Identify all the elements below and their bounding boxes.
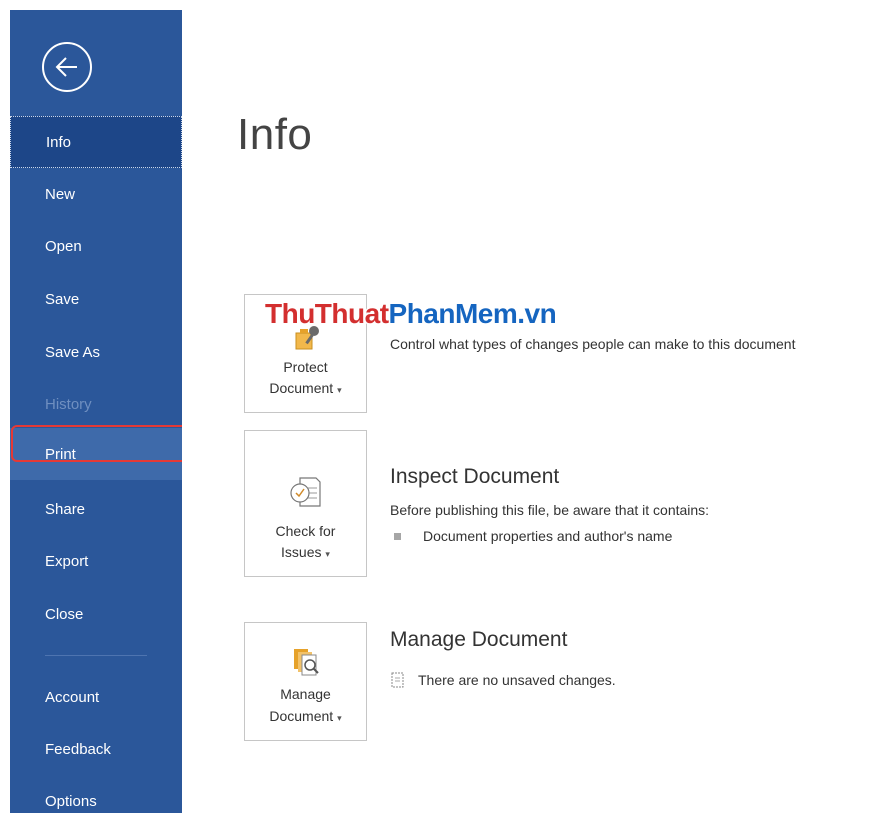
- nav-open-label: Open: [45, 237, 82, 255]
- back-arrow-icon: [55, 57, 77, 77]
- inspect-document-bullet-text: Document properties and author's name: [423, 528, 673, 544]
- nav-feedback-label: Feedback: [45, 740, 111, 758]
- inspect-document-title: Inspect Document: [390, 465, 560, 488]
- nav-close[interactable]: Close: [10, 588, 182, 640]
- inspect-document-bullet: Document properties and author's name: [390, 528, 672, 544]
- nav-history: History: [10, 378, 182, 430]
- info-pane: Info Protect Document ▾ Control what typ…: [182, 10, 870, 813]
- manage-document-label-2-text: Document: [269, 708, 334, 724]
- manage-document-description: There are no unsaved changes.: [418, 672, 616, 688]
- inspect-document-description: Before publishing this file, be aware th…: [390, 502, 710, 518]
- nav-export[interactable]: Export: [10, 535, 182, 587]
- nav-print[interactable]: Print: [10, 428, 182, 480]
- manage-document-icon: [294, 649, 319, 676]
- nav-history-label: History: [45, 395, 92, 413]
- check-for-issues-label-2: Issues ▾: [245, 543, 366, 564]
- backstage-sidebar: Info New Open Save Save As History Print…: [10, 10, 182, 813]
- nav-export-label: Export: [45, 552, 89, 570]
- nav-save-as-label: Save As: [45, 343, 101, 361]
- nav-print-label: Print: [45, 445, 76, 463]
- nav-share[interactable]: Share: [10, 483, 182, 535]
- nav-info[interactable]: Info: [10, 116, 182, 168]
- dropdown-caret-icon: ▾: [337, 713, 342, 723]
- page-title: Info: [237, 110, 313, 159]
- manage-document-title: Manage Document: [390, 628, 568, 651]
- protect-document-label-2-text: Document: [269, 380, 334, 396]
- sidebar-divider: [45, 655, 147, 656]
- inspect-document-icon: [290, 477, 321, 507]
- nav-account[interactable]: Account: [10, 671, 182, 723]
- nav-open[interactable]: Open: [10, 220, 182, 272]
- nav-new-label: New: [45, 185, 76, 203]
- manage-document-status: There are no unsaved changes.: [390, 672, 616, 688]
- check-for-issues-label-2-text: Issues: [281, 544, 322, 560]
- watermark-part-2: PhanMem: [388, 298, 518, 329]
- nav-share-label: Share: [45, 500, 86, 518]
- nav-account-label: Account: [45, 688, 100, 706]
- check-for-issues-button[interactable]: Check for Issues ▾: [244, 430, 367, 577]
- nav-options[interactable]: Options: [10, 775, 182, 827]
- check-for-issues-label-1: Check for: [275, 523, 336, 539]
- protect-document-description: Control what types of changes people can…: [390, 336, 796, 352]
- nav-info-label: Info: [46, 133, 72, 151]
- watermark-part-1: ThuThuat: [265, 298, 389, 329]
- back-button[interactable]: [42, 42, 92, 92]
- manage-document-label-1: Manage: [280, 686, 331, 702]
- nav-save[interactable]: Save: [10, 273, 182, 325]
- manage-document-button[interactable]: Manage Document ▾: [244, 622, 367, 741]
- nav-feedback[interactable]: Feedback: [10, 723, 182, 775]
- nav-save-label: Save: [45, 290, 80, 308]
- top-strip: [0, 0, 870, 10]
- nav-save-as[interactable]: Save As: [10, 326, 182, 378]
- protect-document-label-2: Document ▾: [245, 379, 366, 400]
- nav-options-label: Options: [45, 792, 97, 810]
- unsaved-document-icon: [391, 672, 404, 688]
- dropdown-caret-icon: ▾: [337, 385, 342, 395]
- dropdown-caret-icon: ▾: [325, 549, 330, 559]
- nav-close-label: Close: [45, 605, 84, 623]
- watermark-part-3: .vn: [517, 298, 557, 329]
- watermark-logo: ThuThuatPhanMem.vn: [265, 298, 557, 330]
- nav-new[interactable]: New: [10, 168, 182, 220]
- manage-document-label-2: Document ▾: [245, 707, 366, 728]
- protect-document-label-1: Protect: [283, 359, 328, 375]
- bullet-square-icon: [394, 532, 401, 540]
